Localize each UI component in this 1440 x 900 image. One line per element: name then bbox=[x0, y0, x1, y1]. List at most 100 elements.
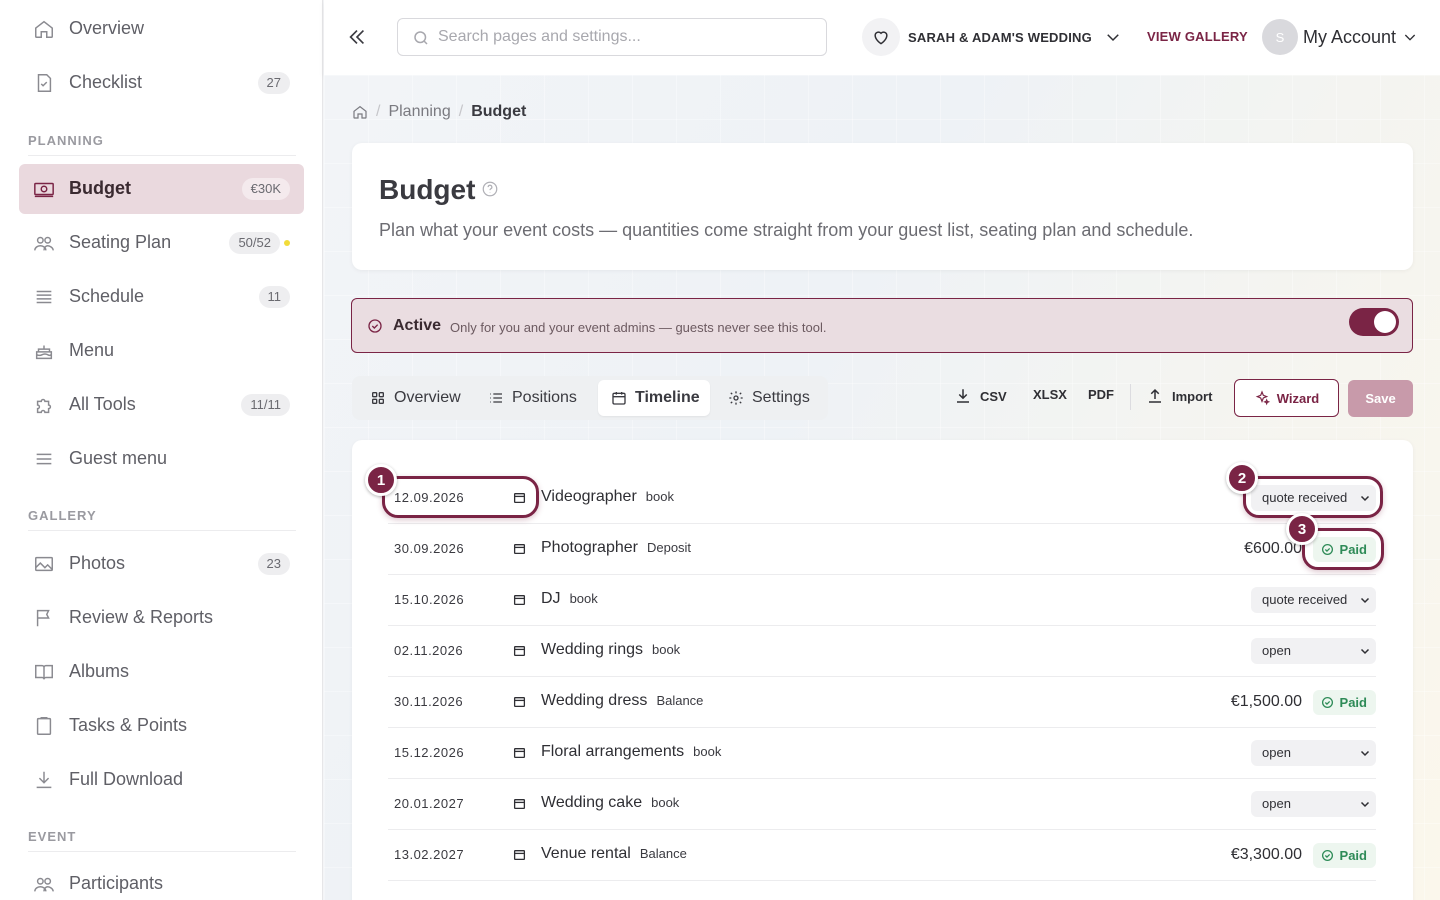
calendar-icon[interactable] bbox=[513, 848, 526, 861]
timeline-row: 13.02.2027 Venue rental Balance €3,300.00… bbox=[388, 830, 1376, 881]
save-button[interactable]: Save bbox=[1348, 380, 1413, 417]
account-menu[interactable]: S My Account bbox=[1262, 18, 1418, 56]
heart-button[interactable] bbox=[862, 18, 900, 56]
tab-positions[interactable]: Positions bbox=[478, 380, 594, 416]
avatar: S bbox=[1262, 19, 1298, 55]
tab-label: Settings bbox=[752, 389, 810, 406]
chevron-down-icon bbox=[1107, 34, 1119, 42]
sidebar-item-label: Guest menu bbox=[69, 448, 168, 468]
status-value: Paid bbox=[1339, 695, 1367, 710]
date-input[interactable]: 15.10.2026 bbox=[394, 592, 464, 607]
import-button[interactable]: Import bbox=[1146, 387, 1212, 405]
view-gallery-link[interactable]: VIEW GALLERY bbox=[1147, 29, 1248, 44]
sidebar-item-checklist[interactable]: Checklist 27 bbox=[19, 58, 304, 108]
timeline-list: 12.09.2026 Videographer book quote receiv… bbox=[352, 440, 1413, 900]
count-badge: €30K bbox=[241, 178, 290, 200]
image-icon bbox=[35, 556, 53, 572]
breadcrumb-planning[interactable]: Planning bbox=[388, 103, 450, 121]
toggle-knob bbox=[1374, 311, 1396, 333]
tab-label: Overview bbox=[394, 389, 461, 406]
search-input[interactable] bbox=[438, 26, 808, 48]
sidebar: Overview Checklist 27 PLANNING Budget €3… bbox=[0, 0, 323, 900]
calendar-icon[interactable] bbox=[513, 797, 526, 810]
breadcrumb: / Planning / Budget bbox=[352, 103, 526, 121]
status-select[interactable]: open bbox=[1251, 791, 1376, 817]
sidebar-item-label: Seating Plan bbox=[69, 232, 172, 252]
count-badge: 50/52 bbox=[229, 232, 280, 254]
search-icon bbox=[414, 31, 428, 45]
timeline-row: 02.11.2026 Wedding rings book open bbox=[388, 626, 1376, 677]
sidebar-item-label: Budget bbox=[69, 178, 131, 198]
date-input[interactable]: 20.01.2027 bbox=[394, 796, 464, 811]
timeline-item: DJ book bbox=[541, 590, 598, 608]
timeline-item: Floral arrangements book bbox=[541, 743, 721, 761]
status-select[interactable]: open bbox=[1251, 740, 1376, 766]
active-state-label: Active bbox=[393, 317, 442, 334]
tab-settings[interactable]: Settings bbox=[718, 380, 822, 416]
home-icon[interactable] bbox=[352, 104, 368, 120]
sidebar-item-review-reports[interactable]: Review & Reports bbox=[19, 593, 304, 643]
collapse-sidebar-icon[interactable] bbox=[346, 26, 368, 48]
tab-timeline[interactable]: Timeline bbox=[598, 380, 710, 416]
calendar-icon[interactable] bbox=[513, 644, 526, 657]
timeline-item: Wedding dress Balance bbox=[541, 692, 703, 710]
sidebar-item-seating-plan[interactable]: Seating Plan 50/52 bbox=[19, 218, 304, 268]
divider bbox=[28, 851, 296, 852]
status-select[interactable]: open bbox=[1251, 638, 1376, 664]
item-kind: Balance bbox=[639, 846, 687, 861]
list-icon bbox=[36, 290, 52, 304]
upload-icon bbox=[1149, 388, 1161, 403]
calendar-icon[interactable] bbox=[513, 746, 526, 759]
puzzle-icon bbox=[36, 398, 52, 414]
attention-dot bbox=[284, 240, 290, 246]
tab-overview[interactable]: Overview bbox=[360, 380, 470, 416]
cake-icon bbox=[35, 345, 53, 360]
sidebar-item-albums[interactable]: Albums bbox=[19, 647, 304, 697]
calendar-icon[interactable] bbox=[513, 542, 526, 555]
item-name: DJ bbox=[541, 590, 561, 607]
date-input[interactable]: 15.12.2026 bbox=[394, 745, 464, 760]
sidebar-item-schedule[interactable]: Schedule 11 bbox=[19, 272, 304, 322]
chevron-down-icon bbox=[1404, 34, 1416, 41]
date-input[interactable]: 30.11.2026 bbox=[394, 694, 463, 709]
active-note: Only for you and your event admins — gue… bbox=[450, 320, 827, 335]
wizard-button[interactable]: Wizard bbox=[1234, 379, 1339, 417]
item-name: Floral arrangements bbox=[541, 743, 685, 760]
count-badge: 11/11 bbox=[241, 394, 290, 416]
sidebar-item-full-download[interactable]: Full Download bbox=[19, 755, 304, 805]
export-pdf-button[interactable]: PDF bbox=[1088, 387, 1114, 402]
sidebar-item-menu[interactable]: Menu bbox=[19, 326, 304, 376]
menu-lines-icon bbox=[36, 453, 52, 465]
calendar-icon[interactable] bbox=[513, 593, 526, 606]
export-xlsx-button[interactable]: XLSX bbox=[1033, 387, 1067, 402]
paid-badge[interactable]: Paid bbox=[1312, 843, 1376, 868]
paid-badge[interactable]: Paid bbox=[1312, 690, 1376, 715]
date-input[interactable]: 13.02.2027 bbox=[394, 847, 464, 862]
download-icon bbox=[36, 771, 52, 789]
item-kind: book bbox=[569, 591, 598, 606]
export-csv-button[interactable]: CSV bbox=[954, 387, 1007, 405]
help-icon[interactable] bbox=[481, 180, 499, 198]
status-select[interactable]: quote received bbox=[1251, 587, 1376, 613]
sidebar-item-budget[interactable]: Budget €30K bbox=[19, 164, 304, 214]
sidebar-item-overview[interactable]: Overview bbox=[19, 4, 304, 54]
sidebar-item-guest-menu[interactable]: Guest menu bbox=[19, 434, 304, 484]
event-switcher[interactable]: SARAH & ADAM'S WEDDING bbox=[862, 18, 1122, 56]
home-icon bbox=[35, 20, 53, 38]
calendar-icon[interactable] bbox=[513, 695, 526, 708]
search-box[interactable] bbox=[397, 18, 827, 56]
tab-bar: Overview Positions Timeline Settings bbox=[352, 376, 828, 420]
sidebar-item-all-tools[interactable]: All Tools 11/11 bbox=[19, 380, 304, 430]
sidebar-item-photos[interactable]: Photos 23 bbox=[19, 539, 304, 589]
sidebar-item-participants[interactable]: Participants bbox=[19, 859, 304, 900]
list-icon bbox=[490, 393, 502, 403]
count-badge: 23 bbox=[257, 553, 290, 575]
date-input[interactable]: 30.09.2026 bbox=[394, 541, 464, 556]
topbar: SARAH & ADAM'S WEDDING VIEW GALLERY S My… bbox=[324, 0, 1440, 75]
sidebar-item-tasks-points[interactable]: Tasks & Points bbox=[19, 701, 304, 751]
sidebar-item-label: Participants bbox=[69, 873, 164, 893]
date-input[interactable]: 02.11.2026 bbox=[394, 643, 463, 658]
amount: €3,300.00 bbox=[1230, 846, 1302, 863]
chevron-down-icon bbox=[1360, 597, 1370, 604]
active-toggle[interactable] bbox=[1349, 308, 1399, 336]
